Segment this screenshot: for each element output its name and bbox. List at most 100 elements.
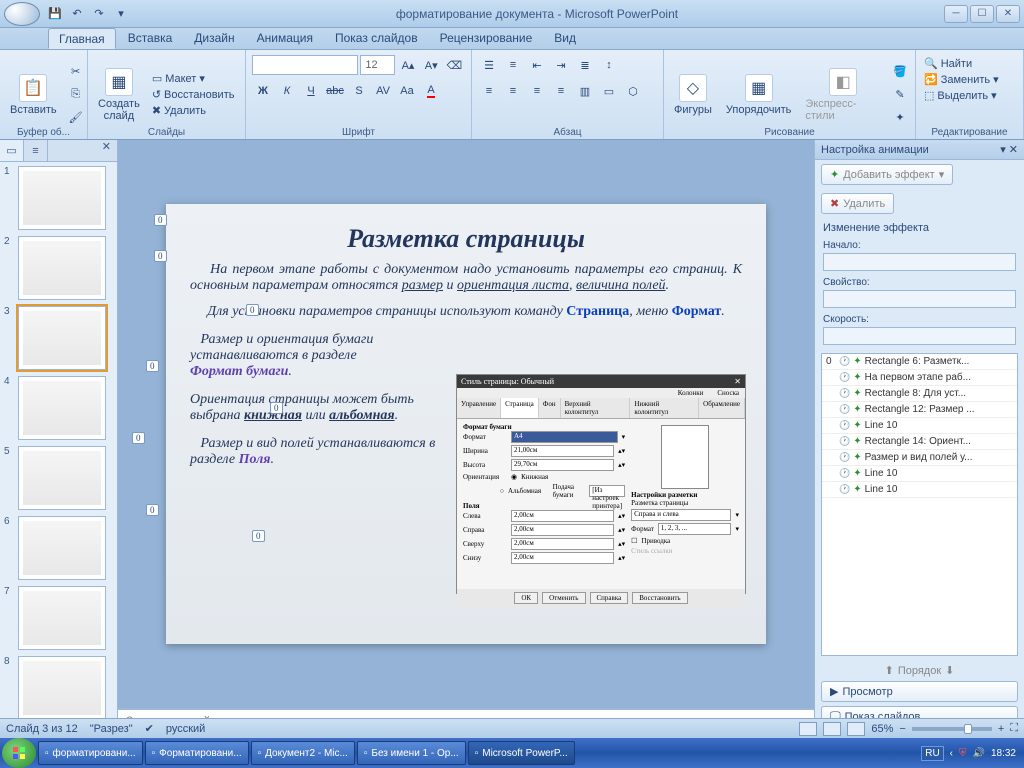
tab-home[interactable]: Главная	[48, 28, 116, 49]
shape-effects-icon[interactable]: ✦	[889, 107, 911, 129]
cut-icon[interactable]: ✂	[65, 61, 87, 83]
normal-view-icon[interactable]	[799, 722, 817, 736]
indent-dec-icon[interactable]: ⇤	[526, 54, 548, 76]
quick-styles-button[interactable]: ◧Экспресс-стили	[799, 64, 887, 126]
anim-item[interactable]: 🕐✦Line 10	[822, 466, 1017, 482]
sorter-view-icon[interactable]	[823, 722, 841, 736]
slide-left-1[interactable]: Размер и ориентация бумаги устанавливают…	[190, 332, 466, 380]
new-slide-button[interactable]: ▦ Создать слайд	[92, 64, 146, 126]
select-button[interactable]: ⬚ Выделить ▾	[920, 88, 1019, 103]
tab-review[interactable]: Рецензирование	[430, 28, 543, 49]
clear-format-icon[interactable]: ⌫	[444, 54, 465, 76]
align-left-icon[interactable]: ≡	[478, 80, 500, 102]
taskbar-item[interactable]: ▫Документ2 - Mic...	[251, 741, 355, 765]
slideshow-view-icon[interactable]	[847, 722, 865, 736]
align-center-icon[interactable]: ≡	[502, 80, 524, 102]
line-spacing-icon[interactable]: ≣	[574, 54, 596, 76]
underline-icon[interactable]: Ч	[300, 80, 322, 102]
qat-customize-icon[interactable]: ▾	[112, 5, 130, 23]
slide-thumbnail-2[interactable]	[18, 236, 106, 300]
shape-outline-icon[interactable]: ✎	[889, 84, 911, 106]
align-text-icon[interactable]: ▭	[598, 80, 620, 102]
slide-left-2[interactable]: Ориентация страницы может быть выбрана к…	[190, 392, 466, 424]
slide-thumbnail-3[interactable]	[18, 306, 106, 370]
tray-volume-icon[interactable]: 🔊	[973, 748, 985, 759]
bullets-icon[interactable]: ☰	[478, 54, 500, 76]
slide-paragraph-1[interactable]: На первом этапе работы с документом надо…	[190, 262, 742, 294]
shrink-font-icon[interactable]: A▾	[421, 54, 442, 76]
justify-icon[interactable]: ≡	[550, 80, 572, 102]
play-button[interactable]: ▶ Просмотр	[821, 681, 1018, 702]
anim-item[interactable]: 🕐✦Rectangle 12: Размер ...	[822, 402, 1017, 418]
anim-item[interactable]: 🕐✦Line 10	[822, 418, 1017, 434]
anim-item[interactable]: 🕐✦Размер и вид полей у...	[822, 450, 1017, 466]
arrange-button[interactable]: ▦Упорядочить	[720, 70, 797, 120]
close-pane-icon[interactable]: ✕	[96, 140, 117, 161]
italic-icon[interactable]: К	[276, 80, 298, 102]
font-size-combo[interactable]: 12	[360, 55, 395, 75]
find-button[interactable]: 🔍 Найти	[920, 56, 1019, 71]
anim-pane-close-icon[interactable]: ✕	[1009, 143, 1018, 156]
bold-icon[interactable]: Ж	[252, 80, 274, 102]
paste-button[interactable]: 📋 Вставить	[4, 70, 63, 120]
taskbar-item[interactable]: ▫Форматировани...	[145, 741, 249, 765]
add-effect-button[interactable]: ✦Добавить эффект ▾	[821, 164, 953, 185]
slide-left-3[interactable]: Размер и вид полей устанавливаются в раз…	[190, 436, 466, 468]
slide-canvas[interactable]: 0 0 0 0 0 0 0 0 Разметка страницы На пер…	[166, 204, 766, 644]
reset-button[interactable]: ↺ Восстановить	[148, 87, 239, 102]
slide-thumbnail-4[interactable]	[18, 376, 106, 440]
property-combo[interactable]	[823, 290, 1016, 308]
zoom-in-icon[interactable]: +	[998, 723, 1004, 735]
anim-pane-menu-icon[interactable]: ▾	[1000, 143, 1006, 156]
outline-tab[interactable]: ≡	[24, 140, 48, 161]
spacing-icon[interactable]: AV	[372, 80, 394, 102]
case-icon[interactable]: Aa	[396, 80, 418, 102]
smartart-icon[interactable]: ⬡	[622, 80, 644, 102]
slide-thumbnail-1[interactable]	[18, 166, 106, 230]
slide-paragraph-2[interactable]: Для установки параметров страницы исполь…	[190, 304, 742, 320]
fit-icon[interactable]: ⛶	[1010, 722, 1018, 735]
language-indicator[interactable]: русский	[166, 723, 205, 735]
zoom-level[interactable]: 65%	[871, 723, 893, 735]
tab-design[interactable]: Дизайн	[184, 28, 244, 49]
slide-thumbnail-5[interactable]	[18, 446, 106, 510]
animation-list[interactable]: 0🕐✦Rectangle 6: Разметк...🕐✦На первом эт…	[821, 353, 1018, 656]
anim-item[interactable]: 🕐✦Rectangle 8: Для уст...	[822, 386, 1017, 402]
taskbar-item[interactable]: ▫Microsoft PowerP...	[468, 741, 575, 765]
save-icon[interactable]: 💾	[46, 5, 64, 23]
anim-item[interactable]: 🕐✦Line 10	[822, 482, 1017, 498]
slide-thumbnail-6[interactable]	[18, 516, 106, 580]
redo-icon[interactable]: ↷	[90, 5, 108, 23]
font-family-combo[interactable]	[252, 55, 358, 75]
text-direction-icon[interactable]: ↕	[598, 54, 620, 76]
undo-icon[interactable]: ↶	[68, 5, 86, 23]
layout-button[interactable]: ▭ Макет ▾	[148, 71, 239, 86]
maximize-button[interactable]: ☐	[970, 5, 994, 23]
speed-combo[interactable]	[823, 327, 1016, 345]
slide-title[interactable]: Разметка страницы	[190, 224, 742, 254]
tray-clock[interactable]: 18:32	[991, 748, 1016, 759]
tab-animation[interactable]: Анимация	[247, 28, 323, 49]
anim-item[interactable]: 🕐✦Rectangle 14: Ориент...	[822, 434, 1017, 450]
columns-icon[interactable]: ▥	[574, 80, 596, 102]
remove-effect-button[interactable]: ✖Удалить	[821, 193, 894, 214]
taskbar-item[interactable]: ▫Без имени 1 - Op...	[357, 741, 466, 765]
slide-thumbnail-7[interactable]	[18, 586, 106, 650]
start-combo[interactable]	[823, 253, 1016, 271]
tray-chevron-icon[interactable]: ‹	[950, 748, 953, 759]
strike-icon[interactable]: abc	[324, 80, 346, 102]
shape-fill-icon[interactable]: 🪣	[889, 61, 911, 83]
replace-button[interactable]: 🔁 Заменить ▾	[920, 72, 1019, 87]
format-painter-icon[interactable]: 🖌	[65, 107, 87, 129]
tray-shield-icon[interactable]: ⛨	[959, 748, 967, 759]
align-right-icon[interactable]: ≡	[526, 80, 548, 102]
anim-item[interactable]: 🕐✦На первом этапе раб...	[822, 370, 1017, 386]
tab-slideshow[interactable]: Показ слайдов	[325, 28, 428, 49]
anim-item[interactable]: 0🕐✦Rectangle 6: Разметк...	[822, 354, 1017, 370]
slide-thumbnail-8[interactable]	[18, 656, 106, 720]
tab-insert[interactable]: Вставка	[118, 28, 183, 49]
tab-view[interactable]: Вид	[544, 28, 586, 49]
taskbar-item[interactable]: ▫форматировани...	[38, 741, 143, 765]
font-color-icon[interactable]: A	[420, 80, 442, 102]
office-button[interactable]	[4, 2, 40, 26]
